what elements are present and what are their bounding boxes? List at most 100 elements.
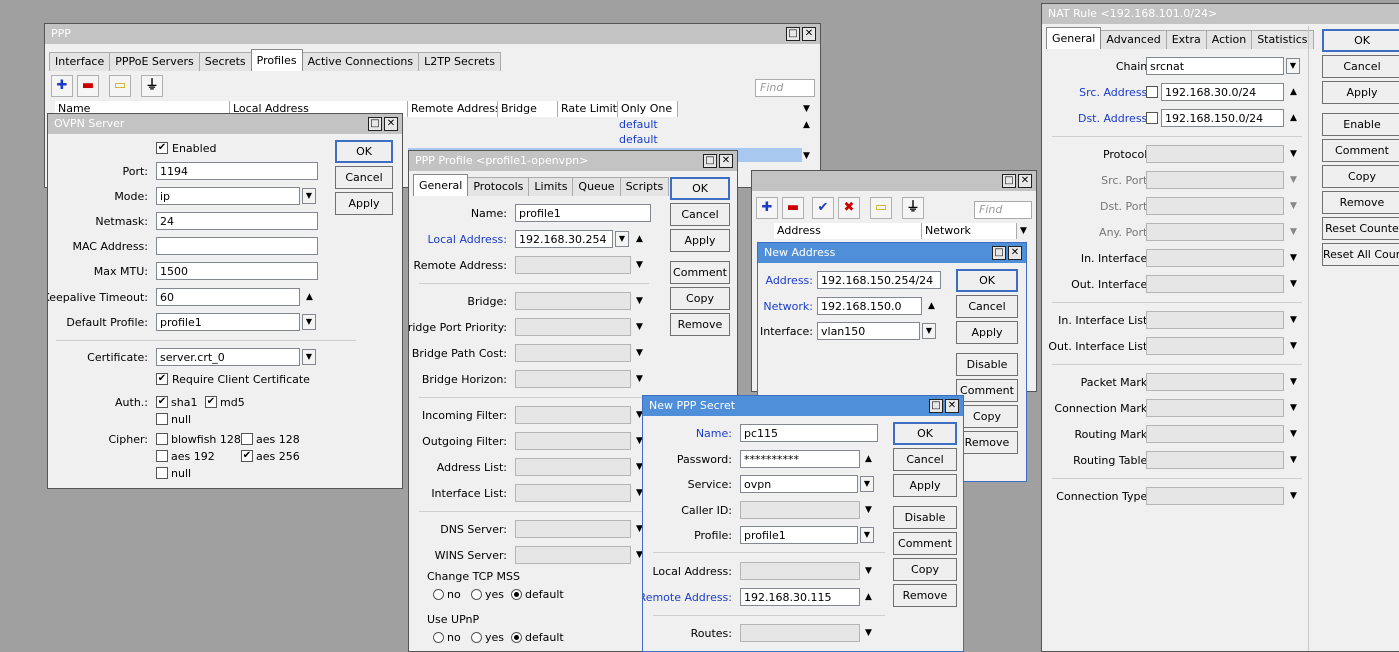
ok-button[interactable]: OK: [335, 140, 393, 163]
collapse-icon[interactable]: ▲: [865, 592, 872, 602]
close-button[interactable]: ✕: [384, 117, 398, 131]
expand-icon[interactable]: ▼: [1290, 149, 1297, 159]
col-rate-limit[interactable]: Rate Limit...: [558, 101, 618, 117]
ovpn-titlebar[interactable]: OVPN Server: [48, 114, 402, 134]
remove-button[interactable]: Remove: [1322, 191, 1399, 214]
routing-mark-field[interactable]: [1146, 425, 1284, 443]
new-address-titlebar[interactable]: New Address: [758, 243, 1026, 263]
enable-icon[interactable]: ✔: [812, 197, 834, 219]
tab-interface[interactable]: Interface: [49, 52, 111, 71]
chain-select[interactable]: srcnat: [1146, 57, 1284, 75]
close-button[interactable]: ✕: [719, 154, 733, 168]
remove-icon[interactable]: ▬: [782, 197, 804, 219]
ok-button[interactable]: OK: [893, 422, 957, 445]
tab-l2tp-secrets[interactable]: L2TP Secrets: [418, 52, 501, 71]
only-one-cell[interactable]: default: [619, 133, 658, 146]
restore-button[interactable]: □: [1002, 174, 1016, 188]
tab-pppoe-servers[interactable]: PPPoE Servers: [109, 52, 200, 71]
cancel-button[interactable]: Cancel: [670, 203, 730, 226]
remote-address-field[interactable]: 192.168.30.115: [740, 588, 860, 606]
reset-counters-button[interactable]: Reset Counte: [1322, 217, 1399, 240]
tab-queue[interactable]: Queue: [572, 177, 621, 196]
comment-icon[interactable]: ▭: [109, 75, 131, 97]
restore-button[interactable]: □: [368, 117, 382, 131]
close-button[interactable]: ✕: [802, 27, 816, 41]
outgoing-filter-field[interactable]: [515, 432, 631, 450]
expand-icon[interactable]: ▼: [636, 260, 643, 270]
col-address[interactable]: Address: [774, 223, 922, 239]
bridge-port-priority-field[interactable]: [515, 318, 631, 336]
profile-dropdown-icon[interactable]: ▼: [860, 527, 874, 543]
blowfish-checkbox[interactable]: [156, 433, 168, 445]
add-icon[interactable]: ✚: [756, 197, 778, 219]
src-address-invert-checkbox[interactable]: [1146, 86, 1158, 98]
connection-type-field[interactable]: [1146, 487, 1284, 505]
restore-button[interactable]: □: [703, 154, 717, 168]
restore-button[interactable]: □: [929, 399, 943, 413]
column-menu-icon[interactable]: ▼: [1020, 226, 1027, 236]
src-address-field[interactable]: 192.168.30.0/24: [1161, 83, 1284, 101]
tab-extra[interactable]: Extra: [1165, 30, 1207, 49]
comment-button[interactable]: Comment: [956, 379, 1018, 402]
disable-icon[interactable]: ✖: [838, 197, 860, 219]
local-address-field[interactable]: [740, 562, 860, 580]
expand-icon[interactable]: ▼: [865, 505, 872, 515]
expand-icon[interactable]: ▼: [1290, 377, 1297, 387]
profile-select[interactable]: profile1: [740, 526, 858, 544]
packet-mark-field[interactable]: [1146, 373, 1284, 391]
sha1-checkbox[interactable]: ✔: [156, 396, 168, 408]
expand-icon[interactable]: ▼: [1290, 429, 1297, 439]
expand-icon[interactable]: ▼: [1290, 455, 1297, 465]
copy-button[interactable]: Copy: [956, 405, 1018, 428]
aes128-checkbox[interactable]: [241, 433, 253, 445]
col-network[interactable]: Network: [922, 223, 1017, 239]
close-button[interactable]: ✕: [1008, 246, 1022, 260]
ok-button[interactable]: OK: [956, 269, 1018, 292]
expand-icon[interactable]: ▼: [1290, 315, 1297, 325]
remote-address-field[interactable]: [515, 256, 631, 274]
filter-icon[interactable]: ⏚: [902, 197, 924, 219]
in-interface-field[interactable]: [1146, 249, 1284, 267]
secret-titlebar[interactable]: New PPP Secret: [643, 396, 963, 416]
address-field[interactable]: 192.168.150.254/24: [817, 271, 941, 289]
tab-action[interactable]: Action: [1205, 30, 1253, 49]
tab-protocols[interactable]: Protocols: [467, 177, 530, 196]
profile-titlebar[interactable]: PPP Profile <profile1-openvpn>: [409, 151, 737, 171]
close-button[interactable]: ✕: [945, 399, 959, 413]
remove-button[interactable]: Remove: [893, 584, 957, 607]
bridge-path-cost-field[interactable]: [515, 344, 631, 362]
dst-address-invert-checkbox[interactable]: [1146, 112, 1158, 124]
cancel-button[interactable]: Cancel: [1322, 55, 1399, 78]
upnp-no-radio[interactable]: [433, 632, 444, 643]
scroll-up-icon[interactable]: ▲: [803, 120, 810, 130]
tab-general[interactable]: General: [413, 174, 469, 196]
netmask-field[interactable]: 24: [156, 212, 318, 230]
wins-server-field[interactable]: [515, 546, 631, 564]
restore-button[interactable]: □: [786, 27, 800, 41]
remove-button[interactable]: Remove: [670, 313, 730, 336]
find-input[interactable]: Find: [755, 79, 815, 97]
certificate-dropdown-icon[interactable]: ▼: [302, 349, 316, 365]
incoming-filter-field[interactable]: [515, 406, 631, 424]
add-icon[interactable]: ✚: [51, 75, 73, 97]
in-interface-list-field[interactable]: [1146, 311, 1284, 329]
keepalive-field[interactable]: 60: [156, 288, 300, 306]
protocol-field[interactable]: [1146, 145, 1284, 163]
local-address-field[interactable]: 192.168.30.254: [515, 230, 613, 248]
address-list-field[interactable]: [515, 458, 631, 476]
service-dropdown-icon[interactable]: ▼: [860, 476, 874, 492]
collapse-icon[interactable]: ▲: [865, 454, 872, 464]
mode-dropdown-icon[interactable]: ▼: [302, 188, 316, 204]
expand-icon[interactable]: ▼: [865, 628, 872, 638]
port-field[interactable]: 1194: [156, 162, 318, 180]
service-select[interactable]: ovpn: [740, 475, 858, 493]
expand-icon[interactable]: ▼: [636, 374, 643, 384]
apply-button[interactable]: Apply: [893, 474, 957, 497]
nat-titlebar[interactable]: NAT Rule <192.168.101.0/24>: [1042, 4, 1399, 24]
tab-profiles[interactable]: Profiles: [250, 49, 303, 71]
enabled-checkbox[interactable]: ✔: [156, 142, 168, 154]
out-interface-list-field[interactable]: [1146, 337, 1284, 355]
tcp-yes-radio[interactable]: [471, 589, 482, 600]
password-field[interactable]: **********: [740, 450, 860, 468]
comment-icon[interactable]: ▭: [870, 197, 892, 219]
